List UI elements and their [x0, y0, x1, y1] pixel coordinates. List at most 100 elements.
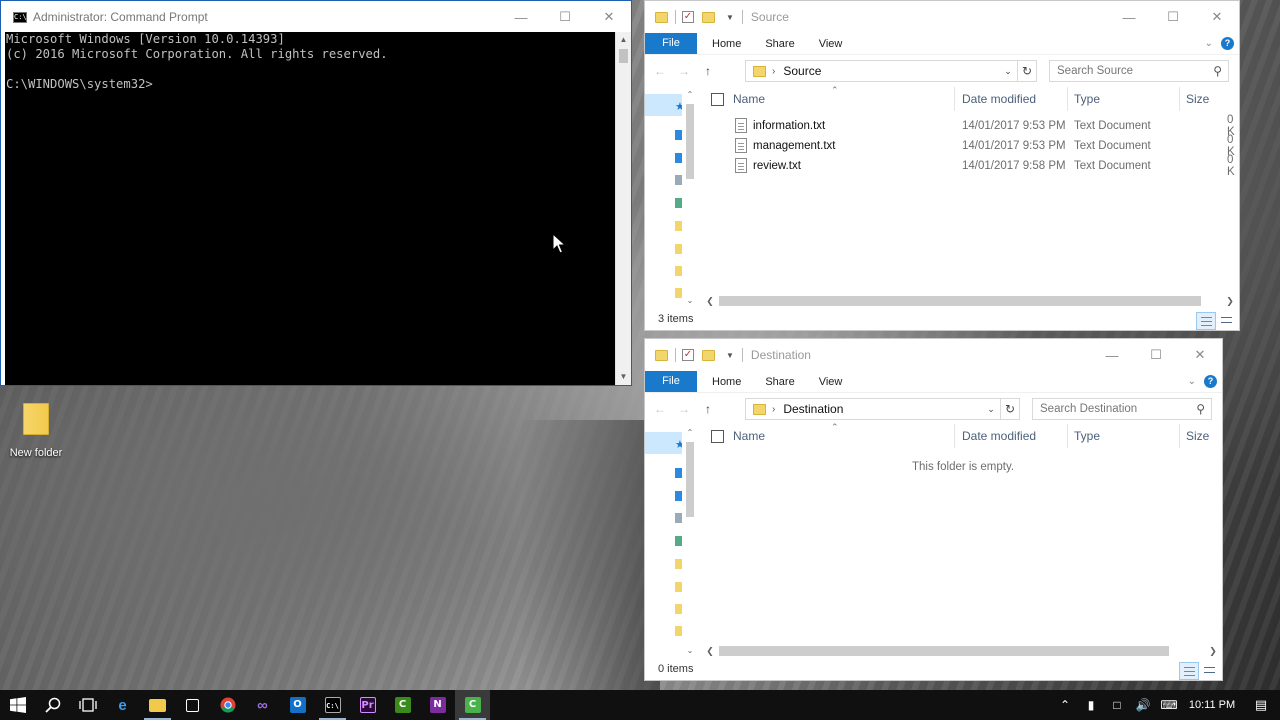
up-icon[interactable]: ↑: [699, 64, 717, 78]
quick-access-pin-icon[interactable]: ★: [675, 438, 685, 451]
source-titlebar[interactable]: ✓ ▼ Source — ☐ ✕: [645, 1, 1239, 33]
action-center-icon[interactable]: ▤: [1242, 697, 1280, 713]
task-view-button[interactable]: [70, 690, 105, 720]
scroll-left-icon[interactable]: ❮: [703, 646, 717, 657]
tab-share[interactable]: Share: [763, 38, 796, 50]
pictures-icon[interactable]: [675, 198, 682, 208]
folder-icon[interactable]: [675, 221, 682, 231]
cmd-titlebar[interactable]: C:\ Administrator: Command Prompt — ☐ ✕: [1, 1, 631, 33]
address-dropdown-icon[interactable]: ⌄: [982, 404, 1000, 415]
large-icons-view-button[interactable]: [1200, 662, 1220, 680]
scroll-down-icon[interactable]: ⌄: [682, 644, 698, 658]
column-size[interactable]: Size: [1186, 429, 1209, 443]
forward-icon[interactable]: →: [675, 402, 693, 416]
navigation-pane-scrollbar[interactable]: ⌃ ⌄: [682, 88, 698, 308]
expand-ribbon-icon[interactable]: ⌄: [1205, 38, 1213, 49]
scroll-thumb[interactable]: [686, 442, 694, 517]
scroll-thumb[interactable]: [719, 646, 1169, 656]
properties-icon[interactable]: ✓: [682, 349, 694, 361]
cmd-console[interactable]: Microsoft Windows [Version 10.0.14393] (c…: [5, 32, 616, 385]
tab-home[interactable]: Home: [710, 38, 743, 50]
address-bar[interactable]: › Destination ⌄ ↻: [745, 398, 1020, 420]
folder-icon[interactable]: [675, 582, 682, 592]
taskbar-chrome[interactable]: [210, 690, 245, 720]
desktop-icon[interactable]: [675, 130, 682, 140]
scroll-thumb[interactable]: [619, 49, 628, 63]
documents-icon[interactable]: [675, 513, 682, 523]
customize-qat-icon[interactable]: ▼: [726, 13, 734, 22]
taskbar-onenote[interactable]: N: [420, 690, 455, 720]
folder-icon[interactable]: [675, 288, 682, 298]
close-button[interactable]: ✕: [587, 1, 631, 33]
address-dropdown-icon[interactable]: ⌄: [999, 66, 1017, 77]
pictures-icon[interactable]: [675, 536, 682, 546]
search-icon[interactable]: ⚲: [1213, 64, 1222, 78]
show-hidden-icons-icon[interactable]: ⌃: [1052, 698, 1078, 712]
taskbar-store[interactable]: [175, 690, 210, 720]
scroll-track[interactable]: [717, 646, 1206, 656]
taskbar-premiere[interactable]: Pr: [350, 690, 385, 720]
desktop-icon[interactable]: [675, 468, 682, 478]
tab-view[interactable]: View: [817, 38, 845, 50]
column-date-modified[interactable]: Date modified: [962, 92, 1036, 106]
tab-file[interactable]: File: [645, 371, 697, 392]
help-icon[interactable]: ?: [1221, 37, 1234, 50]
tab-file[interactable]: File: [645, 33, 697, 54]
tab-share[interactable]: Share: [763, 376, 796, 388]
forward-icon[interactable]: →: [675, 64, 693, 78]
tab-home[interactable]: Home: [710, 376, 743, 388]
minimize-button[interactable]: —: [1090, 339, 1134, 371]
taskbar-visual-studio[interactable]: ∞: [245, 690, 280, 720]
horizontal-scrollbar[interactable]: ❮ ❯: [703, 643, 1220, 659]
taskbar-outlook[interactable]: O: [280, 690, 315, 720]
close-button[interactable]: ✕: [1178, 339, 1222, 371]
scroll-thumb[interactable]: [686, 104, 694, 179]
file-row[interactable]: management.txt 14/01/2017 9:53 PM Text D…: [697, 134, 1237, 158]
maximize-button[interactable]: ☐: [1134, 339, 1178, 371]
minimize-button[interactable]: —: [1107, 1, 1151, 33]
folder-icon[interactable]: [675, 266, 682, 276]
column-size[interactable]: Size: [1186, 92, 1209, 106]
scroll-right-icon[interactable]: ❯: [1223, 296, 1237, 307]
documents-icon[interactable]: [675, 175, 682, 185]
clock[interactable]: 10:11 PM: [1182, 699, 1242, 711]
folder-icon[interactable]: [675, 626, 682, 636]
properties-icon[interactable]: ✓: [682, 11, 694, 23]
customize-qat-icon[interactable]: ▼: [726, 351, 734, 360]
scroll-up-icon[interactable]: ⌃: [682, 426, 698, 440]
column-type[interactable]: Type: [1074, 429, 1100, 443]
select-all-checkbox[interactable]: [711, 429, 724, 443]
scroll-right-icon[interactable]: ❯: [1206, 646, 1220, 657]
taskbar-file-explorer[interactable]: [140, 690, 175, 720]
column-name[interactable]: Name: [733, 429, 765, 443]
refresh-icon[interactable]: ↻: [1017, 61, 1036, 81]
volume-icon[interactable]: 🔊: [1130, 698, 1156, 712]
maximize-button[interactable]: ☐: [543, 1, 587, 33]
folder-icon[interactable]: [675, 244, 682, 254]
start-button[interactable]: [0, 690, 35, 720]
desktop-new-folder[interactable]: New folder: [7, 403, 65, 459]
address-path[interactable]: Source: [783, 64, 999, 78]
taskbar-camtasia[interactable]: C: [455, 690, 490, 720]
downloads-icon[interactable]: [675, 153, 682, 163]
back-icon[interactable]: ←: [651, 402, 669, 416]
cmd-scrollbar[interactable]: ▲ ▼: [615, 32, 631, 385]
scroll-up-icon[interactable]: ▲: [616, 32, 631, 48]
scroll-track[interactable]: [717, 296, 1223, 306]
breadcrumb-separator-icon[interactable]: ›: [772, 404, 775, 415]
close-button[interactable]: ✕: [1195, 1, 1239, 33]
destination-titlebar[interactable]: ✓ ▼ Destination — ☐ ✕: [645, 339, 1222, 371]
scroll-thumb[interactable]: [719, 296, 1201, 306]
new-folder-icon[interactable]: [702, 11, 715, 23]
taskbar-command-prompt[interactable]: C:\: [315, 690, 350, 720]
scroll-down-icon[interactable]: ⌄: [682, 294, 698, 308]
back-icon[interactable]: ←: [651, 64, 669, 78]
column-date-modified[interactable]: Date modified: [962, 429, 1036, 443]
scroll-left-icon[interactable]: ❮: [703, 296, 717, 307]
minimize-button[interactable]: —: [499, 1, 543, 33]
file-row[interactable]: information.txt 14/01/2017 9:53 PM Text …: [697, 114, 1237, 138]
battery-icon[interactable]: ▮: [1078, 698, 1104, 712]
scroll-down-icon[interactable]: ▼: [616, 369, 631, 385]
select-all-checkbox[interactable]: [711, 92, 724, 106]
refresh-icon[interactable]: ↻: [1000, 399, 1019, 419]
